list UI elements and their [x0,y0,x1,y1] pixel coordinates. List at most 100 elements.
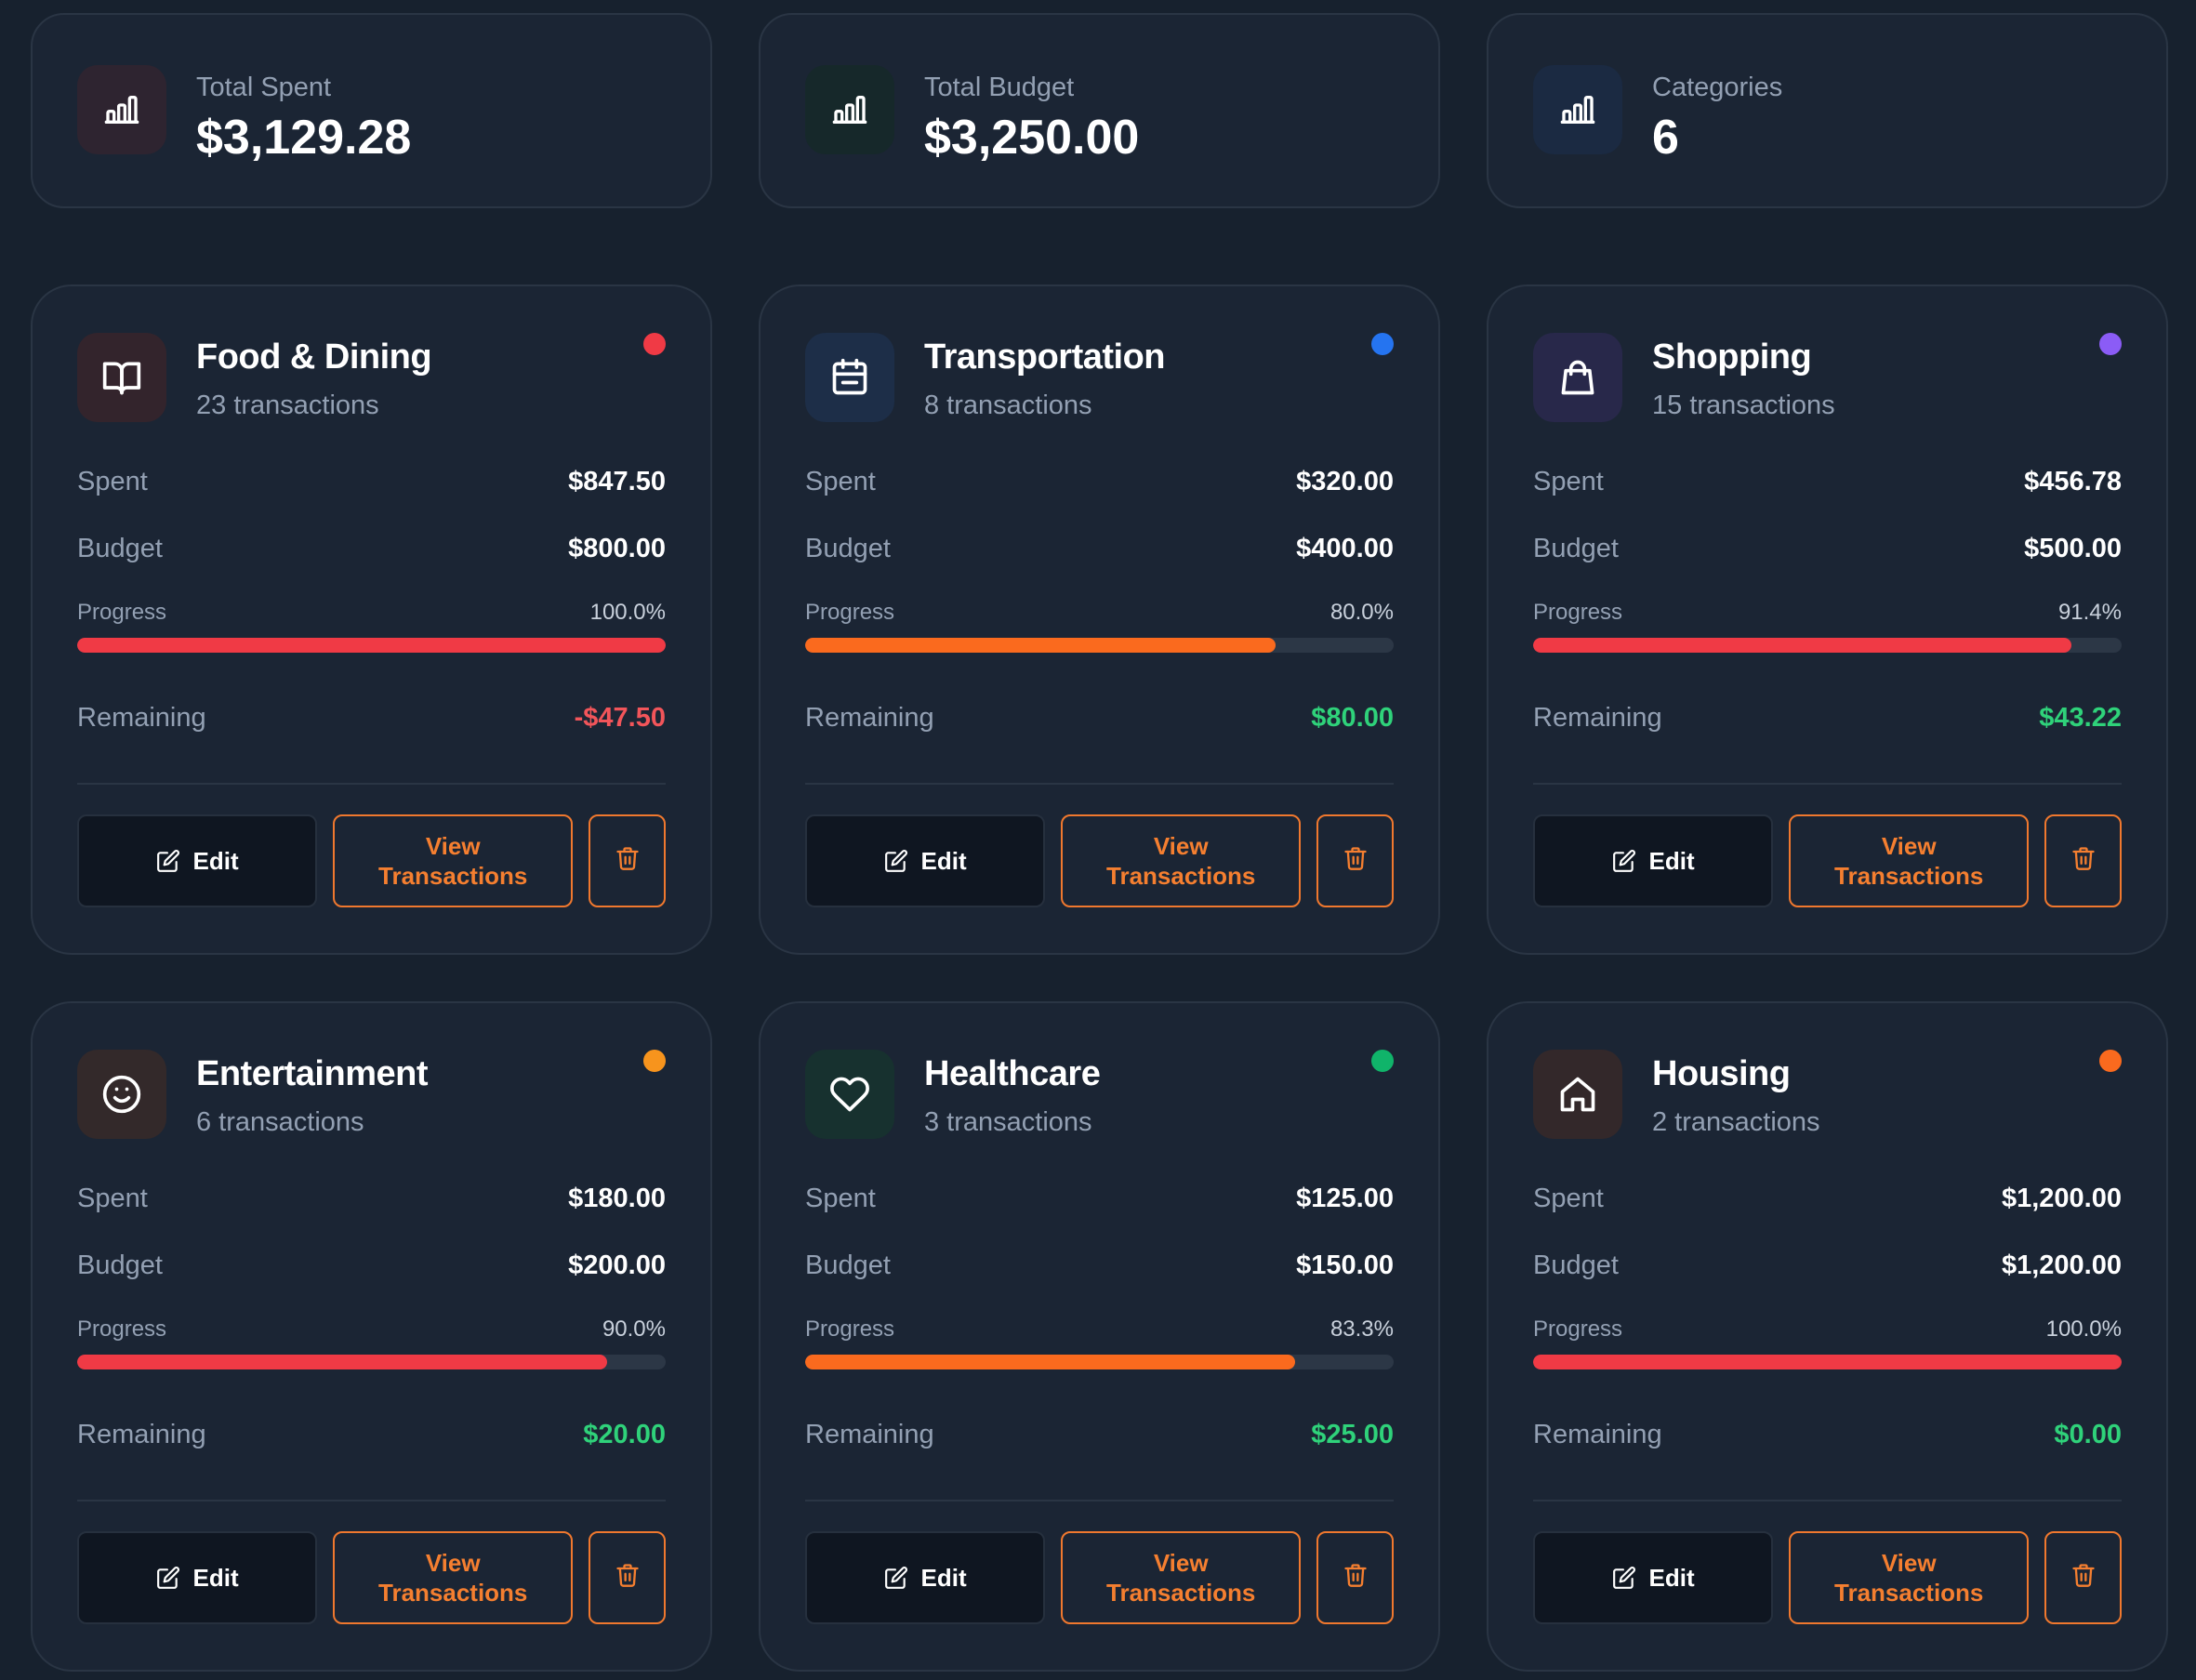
spent-row: Spent $320.00 [805,465,1394,498]
view-transactions-button[interactable]: View Transactions [333,1531,574,1624]
delete-button[interactable] [589,814,667,907]
view-label-line2: Transactions [1834,862,1984,890]
view-label-line2: Transactions [1106,1579,1256,1607]
edit-button[interactable]: Edit [77,814,318,907]
progress-header: Progress 90.0% [77,1316,666,1343]
summary-text: Total Spent $3,129.28 [196,65,411,165]
view-label-line1: View [425,1549,481,1577]
edit-label: Edit [1648,1564,1695,1592]
spent-value: $1,200.00 [2001,1184,2122,1213]
summary-value: $3,129.28 [196,111,412,165]
edit-button[interactable]: Edit [1533,1531,1774,1624]
summary-card: Total Spent $3,129.28 [31,13,712,208]
remaining-label: Remaining [77,1420,206,1449]
category-card: Entertainment 6 transactions Spent $180.00 B… [31,1001,712,1672]
category-name: Housing [1652,1054,1791,1093]
view-transactions-button[interactable]: View Transactions [1789,1531,2030,1624]
summary-label: Categories [1652,73,1783,102]
spent-row: Spent $456.78 [1533,465,2122,498]
summary-card: Categories 6 [1487,13,2168,208]
category-header: Food & Dining 23 transactions [77,333,666,444]
delete-button[interactable] [2044,814,2123,907]
spent-label: Spent [805,1184,876,1213]
view-label-line1: View [1153,1549,1209,1577]
remaining-label: Remaining [1533,703,1662,733]
category-titles: Entertainment 6 transactions [196,1050,428,1139]
category-name: Entertainment [196,1054,428,1093]
card-actions: Edit View Transactions [1533,1531,2123,1624]
edit-label: Edit [1648,847,1695,875]
category-name: Healthcare [924,1054,1101,1093]
view-label-line2: Transactions [378,1579,528,1607]
delete-button[interactable] [589,1531,667,1624]
category-name: Food & Dining [196,337,432,377]
progress-label: Progress [805,1316,895,1342]
spent-value: $180.00 [568,1184,666,1213]
edit-button[interactable]: Edit [805,814,1046,907]
summary-text: Total Budget $3,250.00 [924,65,1139,165]
category-name: Shopping [1652,337,1812,377]
trash-icon [615,845,641,878]
spent-label: Spent [1533,467,1604,496]
progress-header: Progress 80.0% [805,599,1394,627]
card-actions: Edit View Transactions [805,1531,1395,1624]
category-header: Entertainment 6 transactions [77,1050,666,1161]
transaction-count: 6 transactions [196,1107,364,1137]
remaining-row: Remaining $25.00 [805,1418,1394,1451]
budget-dashboard: Total Spent $3,129.28 Total Budget $3,250.0… [0,0,2196,1680]
budget-value: $500.00 [2024,534,2122,563]
view-transactions-button[interactable]: View Transactions [1061,1531,1302,1624]
summary-text: Categories 6 [1652,65,1782,165]
budget-label: Budget [1533,1250,1619,1280]
divider [1533,783,2122,785]
budget-row: Budget $150.00 [805,1249,1394,1282]
trash-icon [2070,845,2097,878]
budget-row: Budget $400.00 [805,532,1394,565]
progress-label: Progress [1533,1316,1623,1342]
view-label-line1: View [1153,832,1209,860]
edit-icon [156,1566,180,1590]
budget-row: Budget $800.00 [77,532,666,565]
spent-label: Spent [805,467,876,496]
spent-label: Spent [1533,1184,1604,1213]
summary-value: 6 [1652,111,1679,165]
budget-row: Budget $1,200.00 [1533,1249,2122,1282]
calendar-icon [805,333,894,422]
trash-icon [1343,1562,1369,1594]
edit-button[interactable]: Edit [805,1531,1046,1624]
category-card: Food & Dining 23 transactions Spent $847.50… [31,284,712,955]
budget-label: Budget [805,1250,891,1280]
category-grid: Food & Dining 23 transactions Spent $847.50… [31,284,2168,1672]
remaining-value: -$47.50 [574,703,666,733]
delete-button[interactable] [2044,1531,2123,1624]
delete-button[interactable] [1316,814,1395,907]
view-transactions-button[interactable]: View Transactions [333,814,574,907]
progress-bar-fill [1533,638,2071,653]
view-transactions-button[interactable]: View Transactions [1061,814,1302,907]
view-label-line2: Transactions [1106,862,1256,890]
category-titles: Shopping 15 transactions [1652,333,1835,422]
view-transactions-button[interactable]: View Transactions [1789,814,2030,907]
remaining-label: Remaining [1533,1420,1662,1449]
progress-bar-track [1533,638,2122,653]
progress-percent: 91.4% [2057,600,2122,625]
transaction-count: 8 transactions [924,390,1092,420]
progress-header: Progress 83.3% [805,1316,1394,1343]
divider [805,783,1394,785]
progress-percent: 80.0% [1330,600,1394,625]
card-actions: Edit View Transactions [77,1531,667,1624]
transaction-count: 3 transactions [924,1107,1092,1137]
edit-button[interactable]: Edit [1533,814,1774,907]
spent-row: Spent $1,200.00 [1533,1182,2122,1215]
progress-bar-fill [1533,1355,2122,1369]
progress-header: Progress 100.0% [77,599,666,627]
category-card: Healthcare 3 transactions Spent $125.00 Budg… [759,1001,1440,1672]
edit-button[interactable]: Edit [77,1531,318,1624]
progress-percent: 90.0% [602,1316,666,1342]
divider [1533,1500,2122,1501]
category-color-dot [1371,1050,1394,1072]
category-card: Housing 2 transactions Spent $1,200.00 Budge… [1487,1001,2168,1672]
delete-button[interactable] [1316,1531,1395,1624]
summary-label: Total Budget [924,73,1075,102]
budget-label: Budget [1533,534,1619,563]
